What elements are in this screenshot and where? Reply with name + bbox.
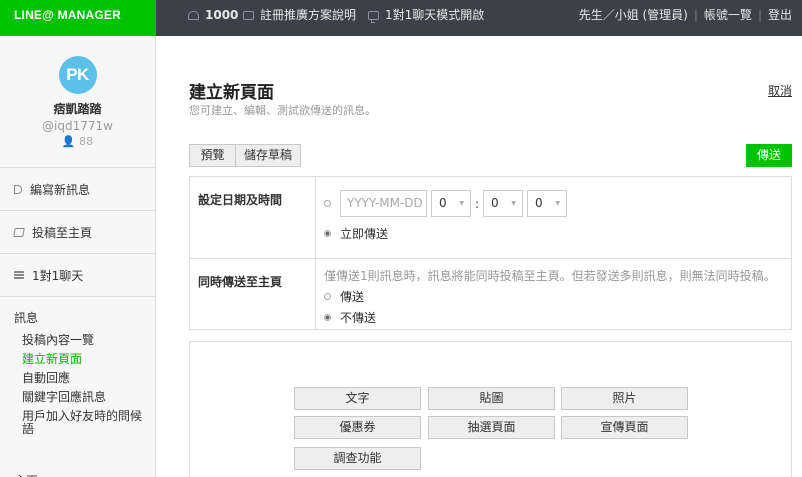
- ad-plan-link[interactable]: 註冊推廣方案說明: [243, 0, 356, 30]
- save-draft-button[interactable]: 儲存草稿: [235, 144, 301, 167]
- info-icon: [243, 10, 254, 20]
- time-colon: :: [475, 196, 480, 211]
- account-id: @iqd1771w: [42, 119, 113, 133]
- cancel-link[interactable]: 取消: [768, 82, 792, 99]
- send-now-option[interactable]: 立即傳送: [324, 225, 791, 242]
- chat-icon: [368, 10, 379, 23]
- sidebar-sub-auto-reply[interactable]: 自動回應: [0, 369, 155, 388]
- account-list-link[interactable]: 帳號一覽: [704, 0, 752, 30]
- sidebar-sub-new-page[interactable]: 建立新頁面: [0, 350, 155, 369]
- schedule-row: 設定日期及時間 YYYY-MM-DD 0 : 0 0 立即傳送: [190, 177, 791, 259]
- account-profile: PK 痞凱踏踏 @iqd1771w 👤 88: [0, 36, 155, 168]
- send-settings-form: 設定日期及時間 YYYY-MM-DD 0 : 0 0 立即傳送 同時傳送至主頁: [189, 176, 792, 330]
- brand-logo[interactable]: LINE@ MANAGER: [0, 0, 156, 36]
- person-icon: 👤: [61, 135, 76, 148]
- section-home-title: 主頁: [0, 460, 38, 477]
- post-to-home-options: 僅傳送1則訊息時，訊息將能同時投稿至主頁。但若發送多則訊息，則無法同時投稿。 傳…: [316, 259, 791, 329]
- add-coupon-button[interactable]: 優惠券: [294, 416, 421, 439]
- sidebar-item-post[interactable]: 投稿至主頁: [0, 211, 155, 254]
- user-name[interactable]: 先生／小姐 (管理員): [579, 0, 688, 30]
- add-lottery-button[interactable]: 抽選頁面: [428, 416, 555, 439]
- post-to-home-row: 同時傳送至主頁 僅傳送1則訊息時，訊息將能同時投稿至主頁。但若發送多則訊息，則無…: [190, 259, 791, 329]
- schedule-radio[interactable]: [324, 200, 331, 207]
- page-subtitle: 您可建立、編輯、測試欲傳送的訊息。: [189, 104, 376, 117]
- sidebar-sub-greeting[interactable]: 用戶加入好友時的問候語: [0, 407, 155, 436]
- ad-plan-label: 註冊推廣方案說明: [260, 8, 357, 22]
- minute-select[interactable]: 0: [483, 190, 524, 217]
- hour-select[interactable]: 0: [431, 190, 471, 217]
- fans-count: 👤 88: [0, 135, 155, 148]
- date-input[interactable]: YYYY-MM-DD: [340, 190, 427, 217]
- compose-area: 文字 貼圖 照片 優惠券 抽選頁面 宣傳頁面 調查功能: [189, 341, 792, 477]
- top-bar: LINE@ MANAGER 1000 註冊推廣方案說明 1對1聊天模式開啟 先生…: [0, 0, 802, 36]
- sidebar-item-label: 投稿至主頁: [32, 225, 93, 240]
- account-menu: 先生／小姐 (管理員) | 帳號一覽 | 登出: [579, 0, 792, 30]
- add-text-button[interactable]: 文字: [294, 387, 421, 410]
- post-to-home-hint: 僅傳送1則訊息時，訊息將能同時投稿至主頁。但若發送多則訊息，則無法同時投稿。: [324, 269, 776, 283]
- add-promo-page-button[interactable]: 宣傳頁面: [561, 416, 688, 439]
- list-icon: [14, 271, 24, 279]
- preview-button[interactable]: 預覽: [189, 144, 236, 167]
- main-content: 建立新頁面 您可建立、編輯、測試欲傳送的訊息。 取消 預覽 儲存草稿 傳送 設定…: [156, 36, 802, 477]
- sidebar-item-compose[interactable]: 編寫新訊息: [0, 168, 155, 211]
- friends-count: 1000: [188, 0, 238, 30]
- sidebar-item-label: 編寫新訊息: [30, 182, 91, 197]
- schedule-label: 設定日期及時間: [190, 177, 316, 258]
- post-yes-option[interactable]: 傳送: [324, 288, 791, 305]
- friends-icon: [188, 10, 199, 20]
- send-now-radio[interactable]: [324, 230, 331, 237]
- fans-count-value: 88: [79, 135, 94, 148]
- edit-icon: [13, 227, 25, 237]
- post-to-home-label: 同時傳送至主頁: [190, 259, 316, 329]
- page-title: 建立新頁面: [189, 83, 274, 103]
- account-name: 痞凱踏踏: [53, 102, 102, 116]
- schedule-options: YYYY-MM-DD 0 : 0 0 立即傳送: [316, 177, 791, 258]
- sidebar: PK 痞凱踏踏 @iqd1771w 👤 88 編寫新訊息 投稿至主頁 1對1聊天…: [0, 36, 156, 477]
- sidebar-sub-post-list[interactable]: 投稿內容一覽: [0, 331, 155, 350]
- second-select[interactable]: 0: [527, 190, 568, 217]
- friends-count-value: 1000: [205, 8, 239, 22]
- chat-mode-label: 1對1聊天模式開啟: [385, 8, 485, 22]
- avatar[interactable]: PK: [58, 56, 97, 94]
- sidebar-sub-keyword-reply[interactable]: 關鍵字回應訊息: [0, 388, 155, 407]
- separator: |: [693, 8, 698, 22]
- add-survey-button[interactable]: 調查功能: [294, 447, 421, 470]
- separator: |: [757, 8, 762, 22]
- chat-mode-link[interactable]: 1對1聊天模式開啟: [368, 0, 484, 30]
- section-message-title: 訊息: [14, 311, 39, 325]
- sidebar-item-label: 1對1聊天: [32, 268, 84, 283]
- post-no-option[interactable]: 不傳送: [324, 309, 791, 326]
- send-button[interactable]: 傳送: [746, 144, 792, 167]
- megaphone-icon: [14, 184, 22, 194]
- sidebar-item-chat[interactable]: 1對1聊天: [0, 254, 155, 297]
- post-yes-label: 傳送: [340, 290, 365, 304]
- add-sticker-button[interactable]: 貼圖: [428, 387, 555, 410]
- logout-link[interactable]: 登出: [768, 0, 792, 30]
- post-no-radio[interactable]: [324, 314, 331, 321]
- send-now-label: 立即傳送: [340, 227, 389, 241]
- add-photo-button[interactable]: 照片: [561, 387, 688, 410]
- schedule-datetime: YYYY-MM-DD 0 : 0 0: [324, 190, 791, 217]
- post-yes-radio[interactable]: [324, 293, 331, 300]
- post-no-label: 不傳送: [340, 311, 377, 325]
